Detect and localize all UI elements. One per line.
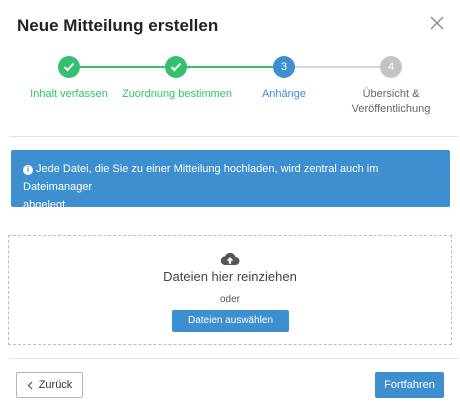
- step-4-label-line2: Veröffentlichung: [351, 103, 431, 115]
- info-alert: i Jede Datei, die Sie zu einer Mitteilung…: [11, 150, 450, 211]
- step-3-label: Anhänge: [261, 88, 307, 100]
- close-icon[interactable]: [428, 14, 446, 32]
- back-button[interactable]: Zurück: [16, 372, 83, 398]
- step-3-circle[interactable]: 3: [273, 56, 295, 78]
- choose-files-button[interactable]: Dateien auswählen: [172, 310, 289, 332]
- dialog-title: Neue Mitteilung erstellen: [17, 16, 219, 35]
- step-2-circle[interactable]: [165, 56, 187, 78]
- cloud-upload-icon: [220, 252, 240, 265]
- info-text-line2: abgelegt.: [23, 199, 69, 211]
- step-4-label: Übersicht & Veröffentlichung: [341, 87, 441, 117]
- step-1-circle[interactable]: [58, 56, 80, 78]
- dropzone-or: oder: [219, 294, 240, 305]
- step-connector-2-3: [176, 66, 284, 68]
- header-divider: [9, 136, 458, 137]
- check-icon: [170, 62, 182, 72]
- stepper: 3 4 Inhalt verfassen Zuordnung bestimmen…: [0, 54, 460, 124]
- file-dropzone[interactable]: Dateien hier reinziehen oder Dateien aus…: [8, 235, 452, 345]
- next-button[interactable]: Fortfahren: [375, 372, 444, 398]
- check-icon: [63, 62, 75, 72]
- step-4-label-line1: Übersicht &: [362, 88, 420, 100]
- step-4-circle[interactable]: 4: [380, 56, 402, 78]
- info-text-line1: Jede Datei, die Sie zu einer Mitteilung …: [23, 163, 379, 193]
- dropzone-text: Dateien hier reinziehen: [163, 269, 297, 284]
- step-connector-3-4: [284, 66, 391, 68]
- footer-divider: [9, 358, 458, 359]
- create-message-dialog: Neue Mitteilung erstellen 3 4 Inhalt ver…: [0, 0, 460, 409]
- info-icon: i: [23, 165, 33, 175]
- back-button-label: Zurück: [38, 379, 73, 391]
- step-connector-1-2: [69, 66, 176, 68]
- step-1-label: Inhalt verfassen: [30, 88, 108, 100]
- chevron-left-icon: [27, 381, 33, 389]
- step-2-label: Zuordnung bestimmen: [121, 88, 233, 100]
